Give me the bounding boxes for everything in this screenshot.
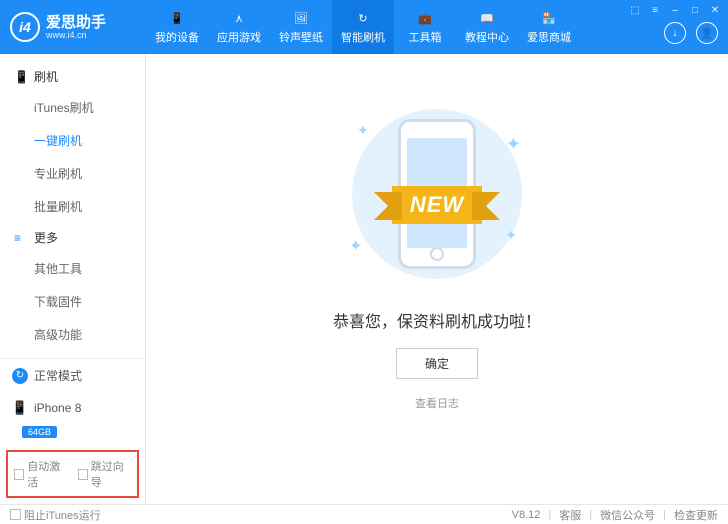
sidebar-item-other-tools[interactable]: 其他工具 bbox=[0, 252, 145, 285]
nav-store[interactable]: 🏪爱思商城 bbox=[518, 0, 580, 54]
device-info[interactable]: 📱 iPhone 8 bbox=[0, 392, 145, 424]
success-illustration: ✦ ✦ ✦ ✦ NEW bbox=[327, 104, 547, 284]
media-icon: 🖼 bbox=[292, 9, 310, 27]
brand-name: 爱思助手 bbox=[46, 15, 106, 30]
pin-icon[interactable]: ⬚ bbox=[628, 3, 642, 17]
sidebar-item-pro-flash[interactable]: 专业刷机 bbox=[0, 157, 145, 190]
sparkle-icon: ✦ bbox=[349, 236, 362, 256]
maximize-icon[interactable]: □ bbox=[688, 3, 702, 17]
download-icon[interactable]: ↓ bbox=[664, 22, 686, 44]
new-ribbon: NEW bbox=[392, 186, 482, 224]
wechat-link[interactable]: 微信公众号 bbox=[600, 507, 655, 523]
sidebar-group-more[interactable]: ≡ 更多 bbox=[0, 223, 145, 252]
nav-tutorials[interactable]: 📖教程中心 bbox=[456, 0, 518, 54]
close-icon[interactable]: ✕ bbox=[708, 3, 722, 17]
version-label: V8.12 bbox=[512, 509, 541, 521]
success-message: 恭喜您，保资料刷机成功啦！ bbox=[333, 308, 541, 332]
nav-toolbox[interactable]: 💼工具箱 bbox=[394, 0, 456, 54]
minimize-icon[interactable]: – bbox=[668, 3, 682, 17]
auto-activate-checkbox[interactable]: 自动激活 bbox=[14, 458, 68, 490]
sparkle-icon: ✦ bbox=[357, 122, 369, 139]
device-icon: 📱 bbox=[168, 9, 186, 27]
sidebar-item-oneclick-flash[interactable]: 一键刷机 bbox=[0, 124, 145, 157]
apps-icon: ⋏ bbox=[230, 9, 248, 27]
support-link[interactable]: 客服 bbox=[559, 507, 581, 523]
user-icon[interactable]: 👤 bbox=[696, 22, 718, 44]
nav-ringtones-wallpapers[interactable]: 🖼铃声壁纸 bbox=[270, 0, 332, 54]
app-header: i4 爱思助手 www.i4.cn 📱我的设备 ⋏应用游戏 🖼铃声壁纸 ↻智能刷… bbox=[0, 0, 728, 54]
sidebar-item-batch-flash[interactable]: 批量刷机 bbox=[0, 190, 145, 223]
nav-my-device[interactable]: 📱我的设备 bbox=[146, 0, 208, 54]
nav-apps-games[interactable]: ⋏应用游戏 bbox=[208, 0, 270, 54]
sparkle-icon: ✦ bbox=[505, 227, 517, 244]
sidebar: 📱 刷机 iTunes刷机 一键刷机 专业刷机 批量刷机 ≡ 更多 其他工具 下… bbox=[0, 54, 146, 504]
store-icon: 🏪 bbox=[540, 9, 558, 27]
view-log-link[interactable]: 查看日志 bbox=[415, 395, 459, 411]
toolbox-icon: 💼 bbox=[416, 9, 434, 27]
check-update-link[interactable]: 检查更新 bbox=[674, 507, 718, 523]
device-name: iPhone 8 bbox=[34, 401, 81, 415]
logo[interactable]: i4 爱思助手 www.i4.cn bbox=[0, 12, 146, 42]
header-actions: ↓ 👤 bbox=[664, 22, 718, 44]
menu-icon[interactable]: ≡ bbox=[648, 3, 662, 17]
flash-icon: ↻ bbox=[354, 9, 372, 27]
brand-url: www.i4.cn bbox=[46, 30, 106, 40]
sidebar-item-advanced[interactable]: 高级功能 bbox=[0, 318, 145, 351]
ok-button[interactable]: 确定 bbox=[396, 348, 478, 379]
status-bar: 阻止iTunes运行 V8.12 | 客服 | 微信公众号 | 检查更新 bbox=[0, 504, 728, 524]
device-mode[interactable]: ↻ 正常模式 bbox=[0, 359, 145, 392]
sidebar-group-flash[interactable]: 📱 刷机 bbox=[0, 62, 145, 91]
sidebar-item-download-firmware[interactable]: 下载固件 bbox=[0, 285, 145, 318]
refresh-icon: ↻ bbox=[12, 368, 28, 384]
sparkle-icon: ✦ bbox=[506, 134, 521, 155]
logo-icon: i4 bbox=[10, 12, 40, 42]
phone-icon: 📱 bbox=[12, 400, 28, 416]
main-content: ✦ ✦ ✦ ✦ NEW 恭喜您，保资料刷机成功啦！ 确定 查看日志 bbox=[146, 54, 728, 504]
activation-options: 自动激活 跳过向导 bbox=[6, 450, 139, 498]
phone-icon: 📱 bbox=[14, 70, 28, 84]
book-icon: 📖 bbox=[478, 9, 496, 27]
skip-guide-checkbox[interactable]: 跳过向导 bbox=[78, 458, 132, 490]
sidebar-item-itunes-flash[interactable]: iTunes刷机 bbox=[0, 91, 145, 124]
top-nav: 📱我的设备 ⋏应用游戏 🖼铃声壁纸 ↻智能刷机 💼工具箱 📖教程中心 🏪爱思商城 bbox=[146, 0, 580, 54]
block-itunes-checkbox[interactable]: 阻止iTunes运行 bbox=[10, 507, 101, 523]
storage-badge: 64GB bbox=[22, 426, 57, 438]
list-icon: ≡ bbox=[14, 231, 28, 245]
window-controls: ⬚ ≡ – □ ✕ bbox=[628, 3, 722, 17]
nav-smart-flash[interactable]: ↻智能刷机 bbox=[332, 0, 394, 54]
